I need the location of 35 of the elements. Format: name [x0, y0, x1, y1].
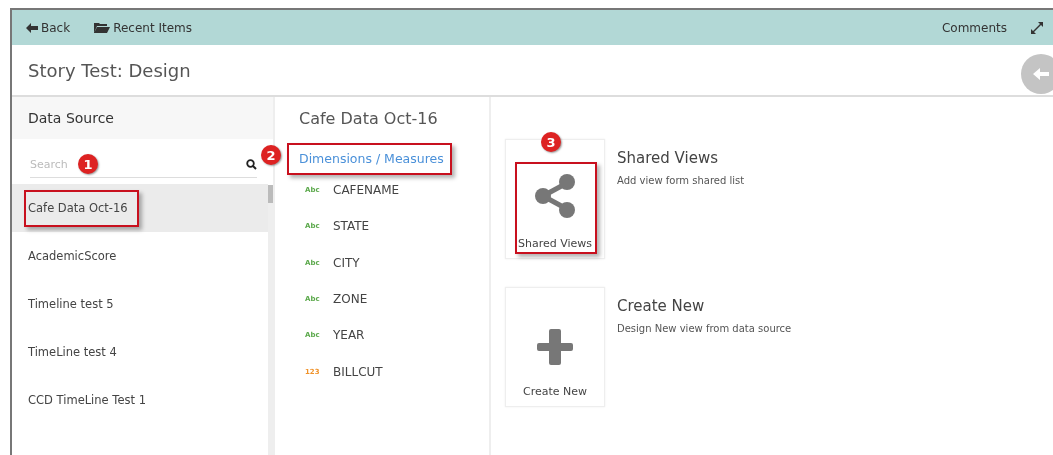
- plus-icon: [535, 327, 575, 367]
- field-name[interactable]: ZONE: [333, 292, 368, 307]
- step-number: 1: [78, 154, 98, 174]
- panel-heading: Data Source: [12, 97, 273, 139]
- card-label: Shared Views: [517, 237, 593, 250]
- step-number: 2: [261, 145, 281, 165]
- field-name[interactable]: CITY: [333, 255, 360, 270]
- recent-items-link[interactable]: Recent Items: [94, 20, 192, 35]
- field-name[interactable]: BILLCUT: [333, 364, 383, 379]
- data-source-item[interactable]: TimeLine test 4: [28, 345, 117, 359]
- back-link[interactable]: Back: [26, 20, 71, 35]
- comments-link[interactable]: Comments: [941, 20, 1007, 35]
- data-source-item[interactable]: CCD TimeLine Test 1: [28, 393, 146, 407]
- option-description: Design New view from data source: [617, 323, 792, 334]
- folder-icon: [94, 22, 111, 33]
- arrow-left-icon: [26, 22, 38, 33]
- option-title: Create New: [617, 297, 706, 315]
- expand-icon[interactable]: [1031, 21, 1043, 34]
- field-name[interactable]: CAFENAME: [333, 183, 400, 198]
- field-name[interactable]: STATE: [333, 219, 370, 234]
- option-card[interactable]: Create New: [505, 287, 605, 407]
- data-source-item[interactable]: AcademicScore: [28, 249, 117, 263]
- scrollbar[interactable]: [268, 185, 273, 455]
- data-source-item[interactable]: Cafe Data Oct-16: [28, 201, 128, 215]
- arrow-left-icon: [1033, 68, 1049, 80]
- page-title: Story Test: Design: [28, 59, 191, 81]
- field-name[interactable]: YEAR: [333, 328, 365, 343]
- option-title: Shared Views: [617, 149, 719, 167]
- data-source-item[interactable]: Timeline test 5: [28, 297, 114, 311]
- section-heading: Cafe Data Oct-16: [298, 107, 439, 130]
- option-description: Add view form shared list: [617, 175, 745, 186]
- search-icon[interactable]: [246, 158, 257, 170]
- step-number: 3: [541, 132, 561, 152]
- card-label: Create New: [522, 385, 587, 398]
- share-icon: [532, 173, 578, 219]
